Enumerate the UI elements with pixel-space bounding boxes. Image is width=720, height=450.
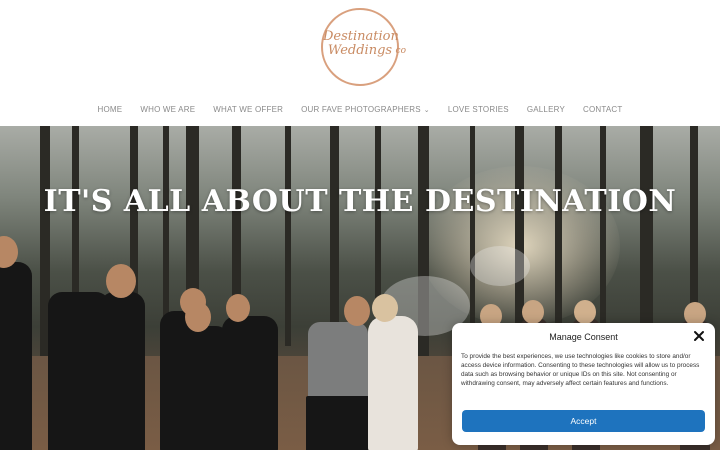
person-head xyxy=(106,264,136,298)
person-head xyxy=(574,300,596,324)
tree-trunk xyxy=(555,126,562,346)
groom-trousers xyxy=(306,396,370,450)
nav-contact[interactable]: CONTACT xyxy=(583,103,622,117)
nav-home[interactable]: HOME xyxy=(98,103,123,117)
tree-trunk xyxy=(330,126,339,341)
person-head xyxy=(344,296,370,326)
nav-our-fave-photographers-label: OUR FAVE PHOTOGRAPHERS xyxy=(301,105,421,114)
person-head xyxy=(522,300,544,324)
main-nav: HOME WHO WE ARE WHAT WE OFFER OUR FAVE P… xyxy=(0,103,720,117)
tree-trunk xyxy=(163,126,169,336)
groomsman xyxy=(222,316,278,450)
champagne-spray xyxy=(470,246,530,286)
nav-what-we-offer[interactable]: WHAT WE OFFER xyxy=(213,103,283,117)
logo-line-1: Destination xyxy=(323,29,399,44)
logo-text: Destination Weddings xyxy=(323,29,399,58)
consent-title: Manage Consent xyxy=(549,332,618,342)
nav-gallery[interactable]: GALLERY xyxy=(527,103,565,117)
accept-button[interactable]: Accept xyxy=(462,410,705,432)
close-icon[interactable] xyxy=(693,330,705,342)
hero-title: IT'S ALL ABOUT THE DESTINATION xyxy=(43,184,677,219)
groomsman xyxy=(100,292,145,450)
nav-our-fave-photographers[interactable]: OUR FAVE PHOTOGRAPHERS ⌄ xyxy=(301,103,430,117)
logo-line-2: Weddings xyxy=(327,43,393,58)
cookie-consent-dialog: Manage Consent To provide the best exper… xyxy=(452,323,715,445)
person-head xyxy=(372,294,398,322)
chevron-down-icon: ⌄ xyxy=(423,107,430,114)
nav-who-we-are[interactable]: WHO WE ARE xyxy=(140,103,195,117)
person-head xyxy=(226,294,250,322)
nav-love-stories[interactable]: LOVE STORIES xyxy=(448,103,509,117)
groomsman xyxy=(0,262,32,450)
logo-suffix: co xyxy=(395,46,406,56)
close-icon-glyph xyxy=(694,331,704,341)
tree-trunk xyxy=(285,126,291,346)
site-logo[interactable]: Destination Weddings co xyxy=(321,8,406,86)
tree-trunk xyxy=(600,126,606,341)
site-header: Destination Weddings co HOME WHO WE ARE … xyxy=(0,0,720,126)
tree-trunk xyxy=(470,126,475,336)
consent-body: To provide the best experiences, we use … xyxy=(461,353,700,387)
person-head xyxy=(185,302,211,332)
bride xyxy=(368,316,418,450)
